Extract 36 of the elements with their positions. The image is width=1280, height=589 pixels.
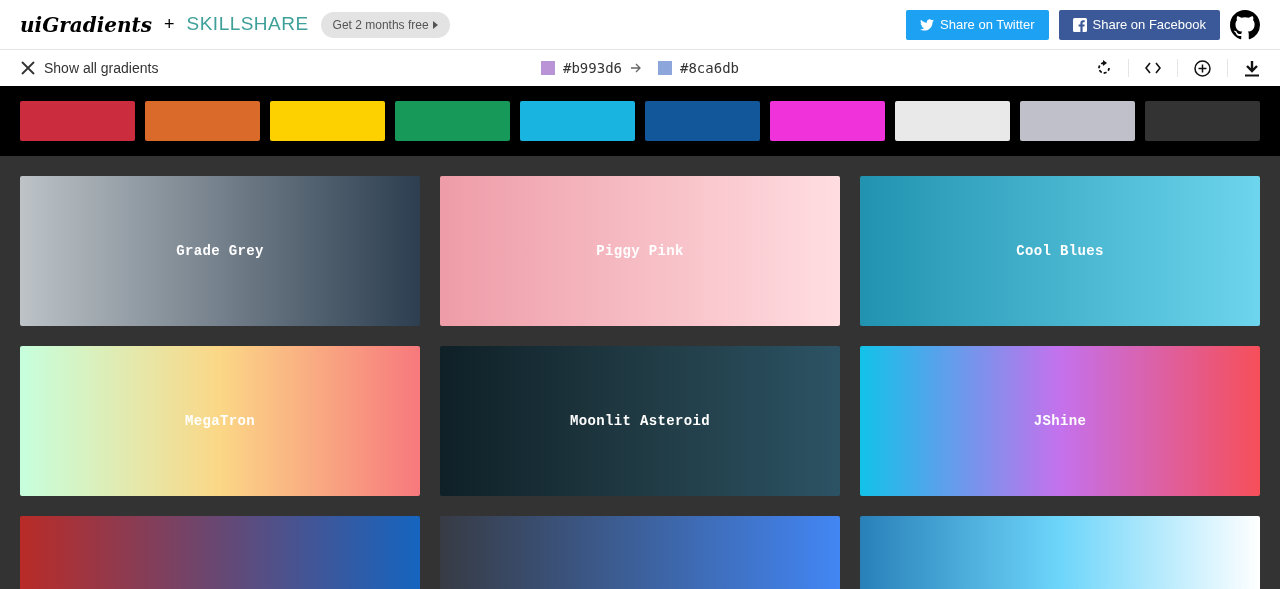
caret-icon [432, 20, 438, 29]
color-filter-swatch[interactable] [1020, 101, 1135, 141]
gradient-name: Piggy Pink [596, 241, 684, 261]
add-icon[interactable] [1194, 59, 1211, 77]
color-filter-swatch[interactable] [270, 101, 385, 141]
code-icon[interactable] [1145, 62, 1161, 74]
gradient-name: Cool Blues [1016, 241, 1104, 261]
promo-button[interactable]: Get 2 months free [320, 11, 450, 38]
hex-code[interactable]: #8ca6db [680, 57, 739, 79]
github-icon[interactable] [1230, 9, 1260, 40]
partner-logo[interactable]: SKILLSHARE [186, 10, 309, 39]
facebook-icon [1072, 17, 1087, 32]
close-icon [20, 60, 36, 76]
color-filter-swatch[interactable] [395, 101, 510, 141]
color-filter-swatch[interactable] [520, 101, 635, 141]
plus-sign: + [164, 13, 175, 36]
logo[interactable]: uiGradients [20, 9, 153, 40]
bird-icon [920, 18, 935, 31]
gradient-card[interactable]: Grade Grey [20, 176, 420, 326]
hex-code[interactable]: #b993d6 [563, 57, 622, 79]
gradient-card[interactable]: Moonlit Asteroid [440, 346, 840, 496]
color-filter-swatch[interactable] [145, 101, 260, 141]
color-filter-swatch[interactable] [20, 101, 135, 141]
gradient-name: Grade Grey [176, 241, 264, 261]
facebook-share-button[interactable]: Share on Facebook [1058, 9, 1220, 40]
rotate-icon[interactable] [1096, 60, 1112, 76]
arrow-icon [630, 62, 642, 74]
color-filter-swatch[interactable] [895, 101, 1010, 141]
gradient-name: Moonlit Asteroid [570, 411, 710, 431]
color-filter-swatch[interactable] [1145, 101, 1260, 141]
color-filter-swatch[interactable] [645, 101, 760, 141]
download-icon[interactable] [1244, 59, 1260, 77]
show-all-gradients-button[interactable]: Show all gradients [20, 57, 159, 79]
color-filter-swatch[interactable] [770, 101, 885, 141]
gradient-name: JShine [1033, 411, 1087, 431]
gradient-name: MegaTron [185, 411, 255, 431]
